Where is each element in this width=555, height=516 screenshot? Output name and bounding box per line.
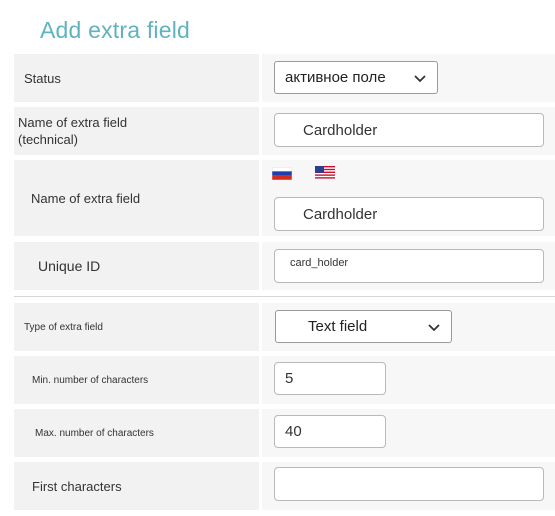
type-label: Type of extra field [14, 303, 259, 351]
unique-id-input[interactable]: card_holder [274, 249, 544, 283]
name-label: Name of extra field [14, 160, 259, 236]
max-chars-value: 40 [285, 423, 302, 440]
first-chars-label-text: First characters [32, 478, 122, 494]
technical-name-label: Name of extra field (technical) [14, 107, 259, 155]
unique-id-label: Unique ID [14, 242, 259, 290]
section-divider [14, 296, 555, 297]
russian-flag-icon[interactable] [272, 167, 292, 180]
max-chars-label: Max. number of characters [14, 409, 259, 457]
type-selected: Text field [308, 318, 368, 335]
type-select[interactable]: Text field [275, 310, 452, 343]
type-label-text: Type of extra field [24, 321, 103, 333]
first-chars-input[interactable] [274, 467, 544, 501]
max-chars-input[interactable]: 40 [274, 415, 386, 448]
name-input[interactable]: Cardholder [274, 197, 544, 231]
min-chars-label: Min. number of characters [14, 356, 259, 404]
min-chars-value: 5 [285, 370, 294, 387]
min-chars-label-text: Min. number of characters [32, 374, 149, 386]
chevron-down-icon [414, 74, 426, 82]
unique-id-label-text: Unique ID [38, 258, 101, 274]
first-chars-label: First characters [14, 462, 259, 510]
status-label-text: Status [24, 70, 61, 86]
technical-name-input[interactable]: Cardholder [274, 113, 544, 147]
unique-id-value: card_holder [290, 257, 349, 269]
technical-name-value: Cardholder [303, 121, 378, 139]
chevron-down-icon [428, 323, 440, 331]
name-value: Cardholder [303, 205, 378, 223]
technical-name-label-text: Name of extra field (technical) [18, 115, 128, 147]
page-title: Add extra field [40, 17, 191, 43]
status-selected: активное поле [285, 69, 386, 86]
us-flag-icon[interactable] [315, 166, 335, 179]
status-label: Status [14, 54, 259, 102]
status-select[interactable]: активное поле [274, 61, 438, 94]
max-chars-label-text: Max. number of characters [35, 427, 154, 439]
name-label-text: Name of extra field [31, 190, 141, 206]
min-chars-input[interactable]: 5 [274, 362, 386, 395]
